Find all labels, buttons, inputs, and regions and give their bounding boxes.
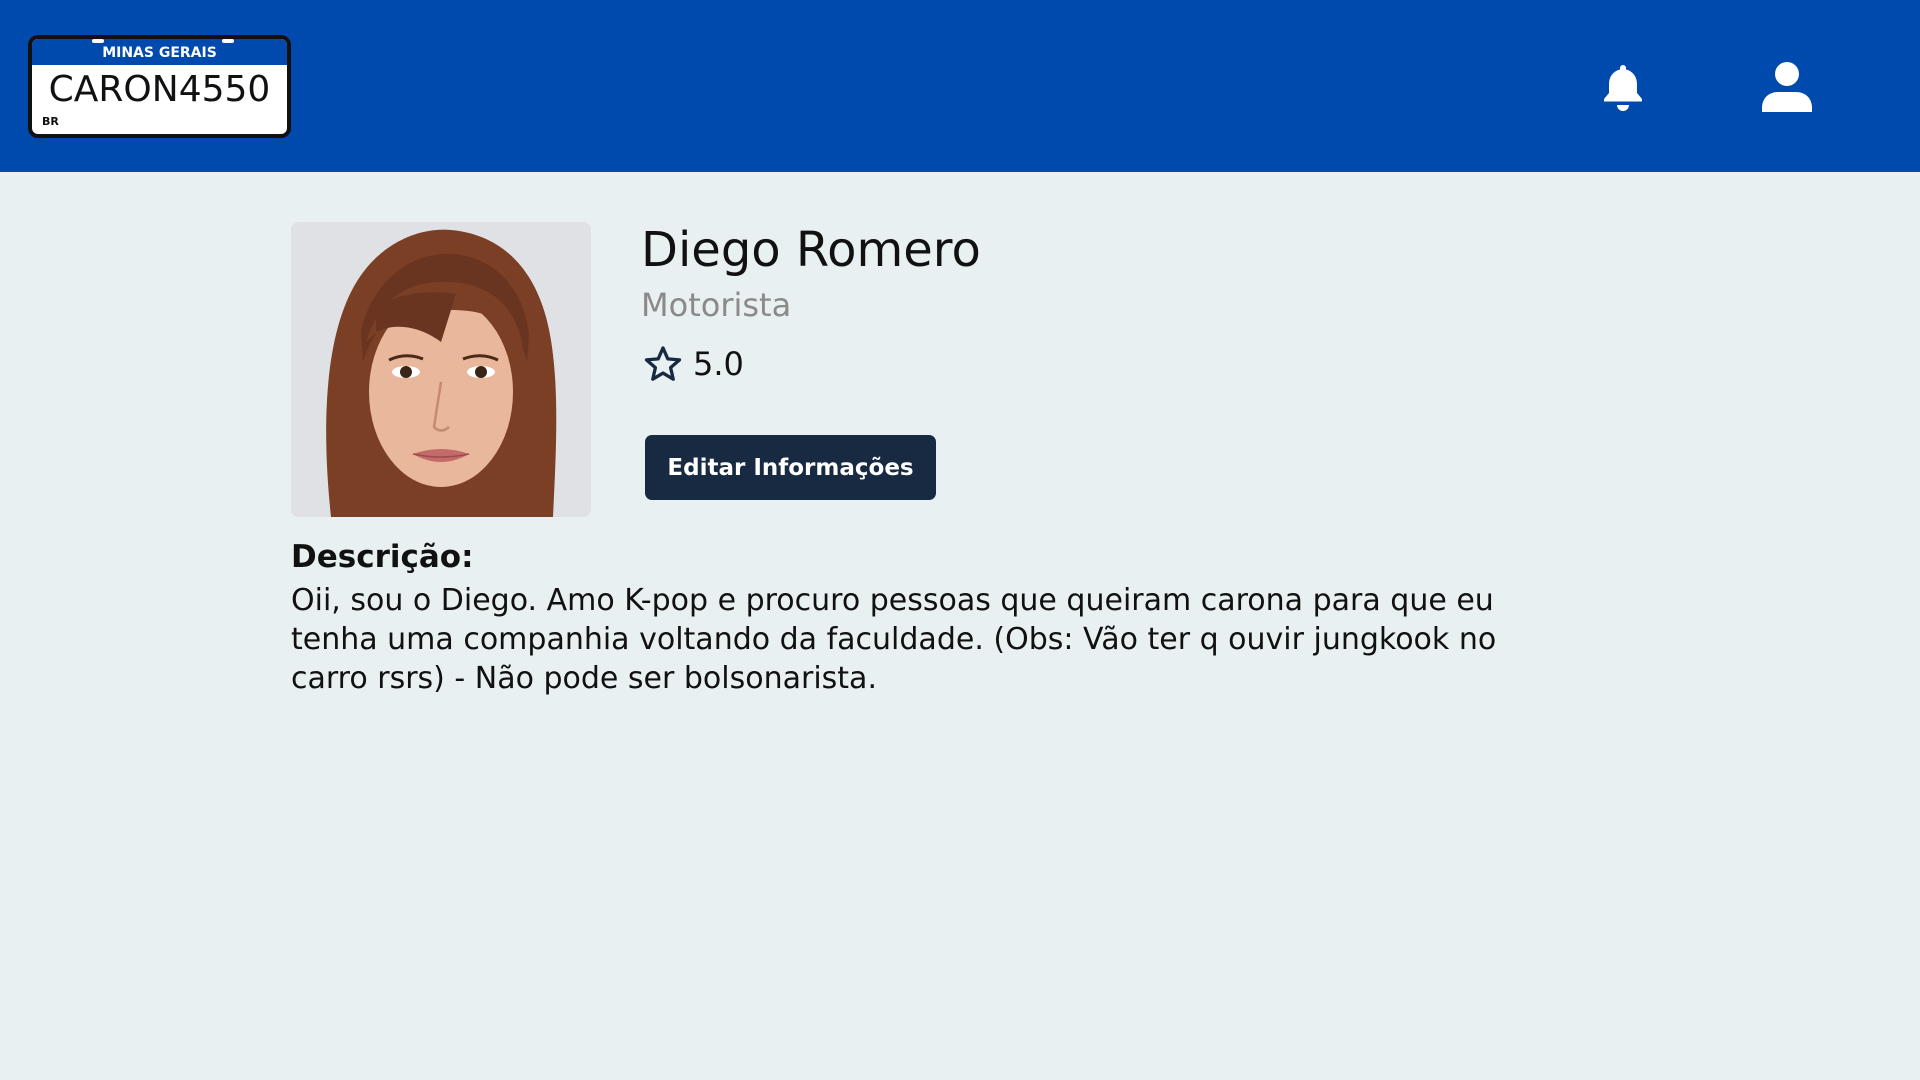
edit-info-button[interactable]: Editar Informações [645, 435, 936, 500]
bell-icon [1604, 65, 1642, 111]
user-icon [1762, 62, 1812, 112]
plate-state-label: MINAS GERAIS [102, 45, 217, 61]
profile-photo [291, 222, 591, 517]
profile-name: Diego Romero [641, 222, 981, 278]
plate-state-band: MINAS GERAIS [32, 39, 287, 65]
plate-country: BR [42, 115, 59, 128]
plate-number: CARON4550 [48, 69, 271, 110]
rating-value: 5.0 [693, 345, 744, 383]
profile-button[interactable] [1755, 55, 1819, 119]
top-bar: MINAS GERAIS CARON4550 BR [0, 0, 1920, 172]
description-text: Oii, sou o Diego. Amo K-pop e procuro pe… [291, 583, 1497, 696]
profile-role: Motorista [641, 286, 792, 324]
description-label: Descrição: [291, 539, 474, 575]
rating: 5.0 [643, 342, 744, 386]
profile-photo-illustration [291, 222, 591, 517]
logo-license-plate[interactable]: MINAS GERAIS CARON4550 BR [28, 35, 291, 138]
notifications-button[interactable] [1595, 55, 1651, 119]
plate-bolt-left [92, 39, 104, 43]
plate-bolt-right [222, 39, 234, 43]
star-outline-icon [644, 346, 682, 381]
